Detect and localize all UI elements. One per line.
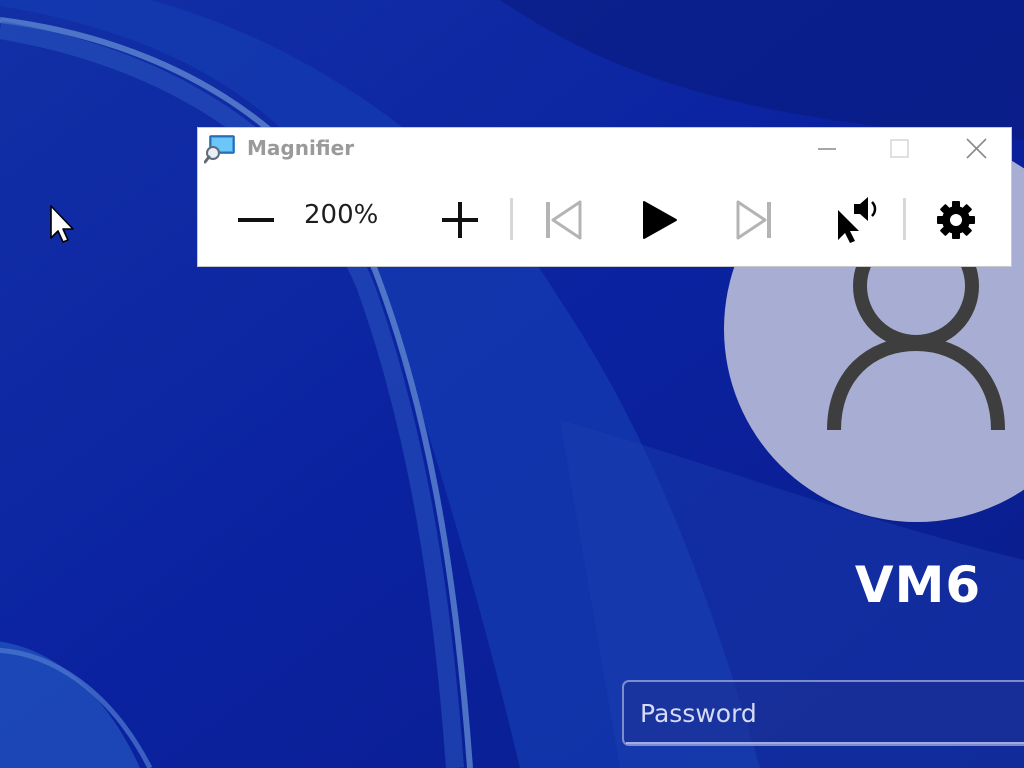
skip-previous-icon xyxy=(546,200,582,240)
maximize-button[interactable] xyxy=(868,128,932,170)
minimize-button[interactable] xyxy=(796,128,860,170)
minus-icon xyxy=(238,218,274,222)
play-icon xyxy=(643,201,677,239)
play-button[interactable] xyxy=(630,190,686,250)
password-input[interactable] xyxy=(640,682,1020,744)
close-icon xyxy=(966,138,987,159)
previous-button[interactable] xyxy=(534,190,590,250)
magnifier-window: Magnifier 200% xyxy=(197,127,1012,267)
gear-icon xyxy=(937,201,975,239)
desktop: VM6 Magnifier 200% xyxy=(0,0,1024,768)
zoom-in-button[interactable] xyxy=(432,190,488,250)
zoom-level-text: 200% xyxy=(304,200,379,230)
user-name: VM6 xyxy=(854,556,982,614)
maximize-icon xyxy=(890,139,909,158)
read-from-here-icon xyxy=(838,197,877,243)
next-button[interactable] xyxy=(726,190,782,250)
toolbar-separator xyxy=(510,198,513,240)
password-field-container[interactable] xyxy=(622,680,1024,746)
read-from-here-button[interactable] xyxy=(824,190,888,250)
plus-icon xyxy=(442,202,478,238)
mouse-pointer-icon xyxy=(50,205,74,243)
window-title: Magnifier xyxy=(247,136,355,160)
minimize-icon xyxy=(818,148,836,150)
zoom-out-button[interactable] xyxy=(228,190,284,250)
settings-button[interactable] xyxy=(926,190,986,250)
skip-next-icon xyxy=(736,200,771,240)
title-bar[interactable]: Magnifier xyxy=(198,128,1011,170)
toolbar-separator xyxy=(903,198,906,240)
password-underline xyxy=(626,742,1024,744)
close-button[interactable] xyxy=(943,128,1007,170)
magnifier-app-icon xyxy=(203,134,236,164)
